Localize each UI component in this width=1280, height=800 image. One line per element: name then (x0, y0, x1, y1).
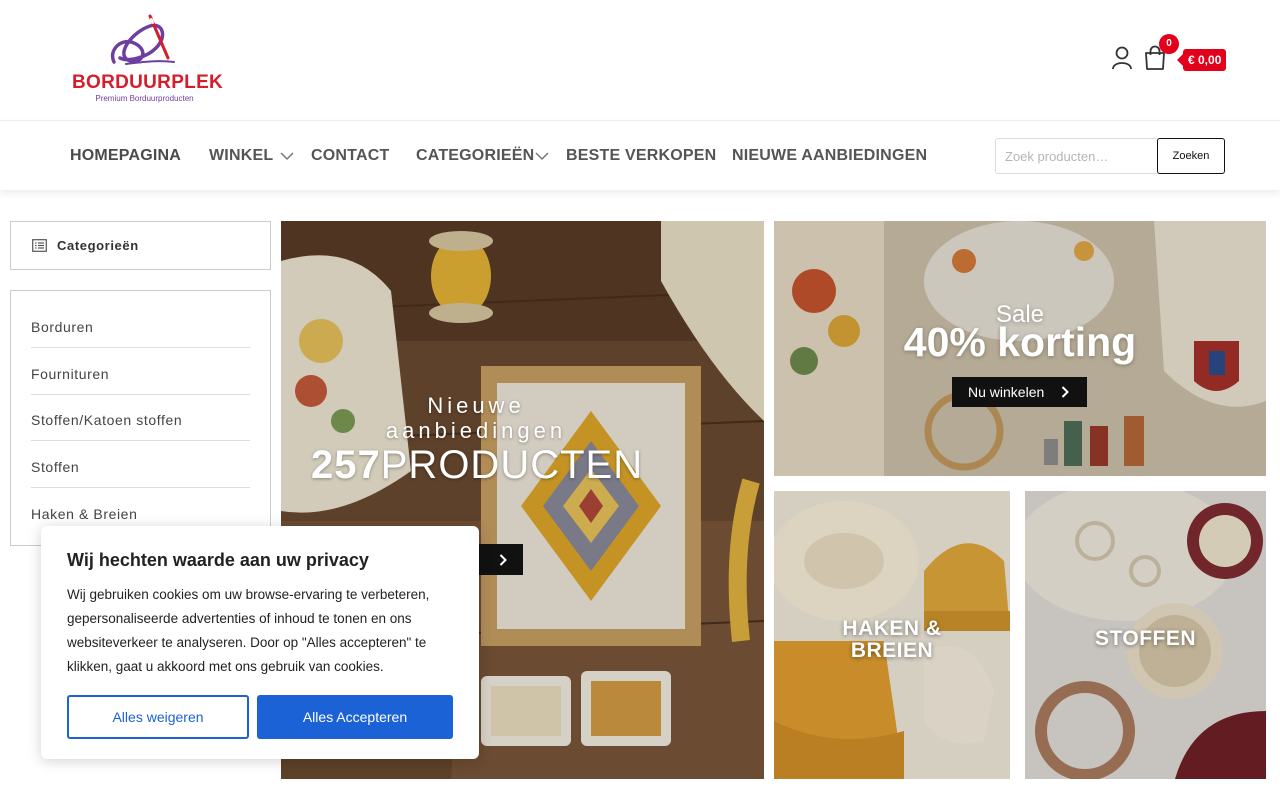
banner-title: 257PRODUCTEN (311, 443, 642, 487)
product-count: 257 (311, 443, 381, 487)
category-label: Borduren (31, 319, 94, 335)
sale-title: 40% korting (903, 319, 1137, 365)
categories-header[interactable]: Categorieën (10, 221, 271, 270)
tile-title-line2: BREIEN (850, 639, 934, 662)
cart-total-badge: € 0,00 (1176, 49, 1227, 71)
tile-title-line1: HAKEN & (842, 617, 942, 640)
main-navigation: HOMEPAGINA WINKEL CONTACT CATEGORIEËN BE… (0, 120, 1280, 190)
search-input[interactable] (995, 138, 1160, 174)
category-list: Borduren Fournituren Stoffen/Katoen stof… (10, 290, 271, 546)
category-stoffen-katoen[interactable]: Stoffen/Katoen stoffen (31, 394, 250, 441)
shop-now-button[interactable]: Nu winkelen (952, 377, 1087, 407)
chevron-down-icon[interactable] (535, 151, 549, 161)
banner-subtitle: Nieuwe aanbiedingen (385, 393, 567, 443)
category-label: Haken & Breien (31, 506, 138, 522)
haken-breien-tile[interactable]: HAKEN & BREIEN (774, 491, 1010, 779)
brand-name: BORDUURPLEK (72, 72, 224, 93)
site-logo[interactable]: BORDUURPLEK Premium Borduurproducten (72, 14, 224, 106)
brand-tagline: Premium Borduurproducten (95, 94, 194, 103)
chevron-down-icon[interactable] (280, 151, 294, 161)
categories-title: Categorieën (57, 238, 139, 253)
button-label: Nu winkelen (968, 384, 1045, 400)
accept-all-button[interactable]: Alles Accepteren (257, 695, 453, 739)
category-label: Stoffen (31, 459, 80, 475)
category-stoffen[interactable]: Stoffen (31, 441, 250, 488)
chevron-right-icon (1061, 386, 1069, 398)
nav-homepagina[interactable]: HOMEPAGINA (70, 147, 181, 165)
category-borduren[interactable]: Borduren (31, 301, 250, 348)
cart-count-badge: 0 (1159, 34, 1179, 54)
list-icon (32, 239, 47, 252)
needle-thread-logo-icon (110, 14, 175, 65)
banner-title-rest: PRODUCTEN (380, 443, 644, 487)
search-button[interactable]: Zoeken (1157, 138, 1225, 174)
user-icon[interactable] (1111, 46, 1133, 70)
reject-all-button[interactable]: Alles weigeren (67, 695, 249, 739)
nav-nieuwe-aanbiedingen[interactable]: NIEUWE AANBIEDINGEN (732, 147, 927, 165)
tile-title: STOFFEN (1094, 627, 1197, 650)
cart-button[interactable]: 0 € 0,00 (1143, 34, 1233, 74)
nav-contact[interactable]: CONTACT (311, 147, 389, 165)
chevron-right-icon (499, 554, 507, 566)
site-header: BORDUURPLEK Premium Borduurproducten 0 €… (0, 0, 1280, 120)
cookie-consent-dialog: Wij hechten waarde aan uw privacy Wij ge… (41, 526, 479, 759)
category-fournituren[interactable]: Fournituren (31, 348, 250, 395)
nav-winkel[interactable]: WINKEL (209, 147, 273, 165)
category-label: Fournituren (31, 366, 110, 382)
sale-banner[interactable]: Sale 40% korting Nu winkelen (774, 221, 1266, 476)
cookie-text: Wij gebruiken cookies om uw browse-ervar… (67, 587, 430, 674)
cookie-title: Wij hechten waarde aan uw privacy (67, 550, 369, 570)
category-label: Stoffen/Katoen stoffen (31, 412, 183, 428)
stoffen-tile[interactable]: STOFFEN (1025, 491, 1266, 779)
nav-beste-verkopen[interactable]: BESTE VERKOPEN (566, 147, 716, 165)
nav-categorieen[interactable]: CATEGORIEËN (416, 147, 534, 165)
